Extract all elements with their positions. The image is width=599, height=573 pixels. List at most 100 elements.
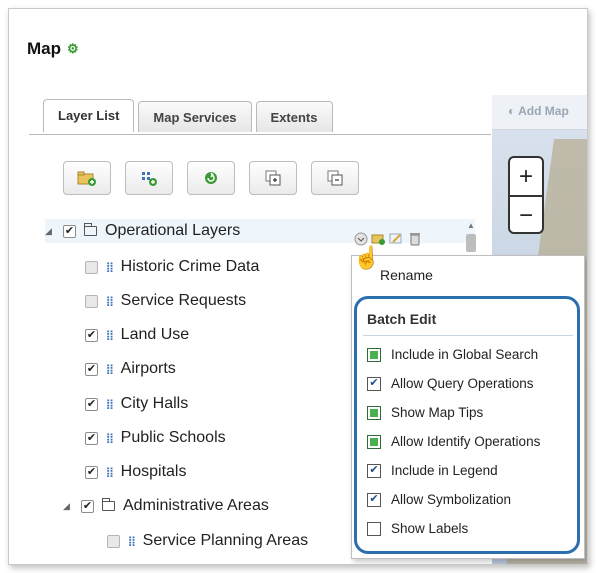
add-folder-icon — [77, 171, 96, 186]
menu-dropdown-icon[interactable] — [353, 231, 368, 246]
batch-option[interactable]: ✔ Include in Legend — [367, 463, 498, 478]
layer-icon: ⁞⁞ — [106, 361, 114, 377]
layer-row[interactable]: ✔ ⁞⁞ Airports — [85, 357, 176, 381]
folder-icon — [84, 223, 97, 236]
layer-label: Land Use — [120, 326, 190, 343]
layer-row[interactable]: ✔ ⁞⁞ Hospitals — [85, 460, 186, 484]
tab-extents[interactable]: Extents — [255, 101, 333, 132]
option-checkbox[interactable] — [367, 405, 381, 420]
subgroup-label: Administrative Areas — [123, 497, 269, 514]
option-checkbox[interactable] — [367, 434, 381, 449]
layer-row[interactable]: ✔ ⁞⁞ City Halls — [85, 392, 188, 416]
add-layer-button[interactable] — [125, 161, 173, 195]
layer-checkbox[interactable]: ✔ — [85, 431, 98, 445]
delete-icon[interactable] — [407, 231, 422, 246]
folder-icon — [102, 498, 115, 511]
add-folder-small-icon[interactable] — [371, 231, 386, 246]
tab-divider — [29, 134, 491, 135]
layer-checkbox[interactable]: ✔ — [85, 465, 98, 479]
batch-option[interactable]: Show Map Tips — [367, 405, 483, 420]
layer-row[interactable]: ✔ ⁞⁞ Public Schools — [85, 426, 226, 450]
group-checkbox[interactable]: ✔ — [63, 224, 76, 238]
layer-icon: ⁞⁞ — [106, 293, 114, 309]
option-checkbox[interactable]: ✔ — [367, 463, 381, 478]
page-title: Map ⚙ — [27, 39, 79, 59]
page-title-text: Map — [27, 39, 61, 58]
add-map-button[interactable]: ◐ Add Map — [508, 104, 569, 118]
divider — [363, 335, 573, 336]
scroll-up-icon[interactable]: ▲ — [465, 221, 477, 230]
option-label: Show Labels — [391, 521, 469, 536]
option-label: Allow Symbolization — [391, 492, 512, 507]
collapse-all-button[interactable] — [311, 161, 359, 195]
collapse-triangle-icon[interactable]: ◢ — [45, 226, 55, 237]
layer-icon: ⁞⁞ — [106, 259, 114, 275]
add-map-label: Add Map — [518, 104, 569, 118]
tab-map-services[interactable]: Map Services — [138, 101, 252, 132]
batch-option[interactable]: Include in Global Search — [367, 347, 538, 362]
layer-checkbox[interactable] — [85, 260, 98, 274]
collapse-triangle-icon[interactable]: ◢ — [63, 501, 73, 512]
subgroup-checkbox[interactable]: ✔ — [81, 499, 94, 513]
scroll-thumb[interactable] — [466, 234, 476, 252]
edit-icon[interactable] — [389, 231, 404, 246]
layer-row[interactable]: ⁞⁞ Service Planning Areas — [107, 529, 308, 553]
settings-icon[interactable]: ⚙ — [67, 41, 79, 57]
option-label: Allow Query Operations — [391, 376, 534, 391]
layer-label: Airports — [120, 360, 176, 377]
group-label: Operational Layers — [105, 222, 241, 239]
layer-row[interactable]: ✔ ⁞⁞ Land Use — [85, 323, 189, 347]
expand-all-button[interactable] — [249, 161, 297, 195]
tab-bar: Layer List Map Services Extents — [43, 99, 333, 132]
option-checkbox[interactable] — [367, 521, 381, 536]
option-label: Include in Legend — [391, 463, 498, 478]
layer-checkbox[interactable]: ✔ — [85, 397, 98, 411]
zoom-in-button[interactable]: + — [510, 158, 542, 197]
layer-checkbox[interactable]: ✔ — [85, 362, 98, 376]
layer-checkbox[interactable] — [85, 294, 98, 308]
layer-toolbar — [63, 161, 359, 195]
layer-icon: ⁞⁞ — [128, 533, 136, 549]
layer-checkbox[interactable] — [107, 534, 120, 548]
zoom-control: + − — [508, 156, 544, 234]
zoom-out-button[interactable]: − — [510, 197, 542, 234]
layer-row[interactable]: ⁞⁞ Historic Crime Data — [85, 255, 259, 279]
batch-option[interactable]: ✔ Allow Symbolization — [367, 492, 511, 507]
tab-layer-list[interactable]: Layer List — [43, 99, 135, 132]
refresh-button[interactable] — [187, 161, 235, 195]
map-toolbar: ◐ Add Map — [492, 95, 587, 130]
hand-cursor-icon: ☝ — [353, 245, 381, 270]
layer-label: Service Planning Areas — [142, 532, 309, 549]
option-checkbox[interactable]: ✔ — [367, 376, 381, 391]
batch-option[interactable]: ✔ Allow Query Operations — [367, 376, 534, 391]
rename-menu-item[interactable]: Rename — [380, 267, 433, 283]
option-checkbox[interactable] — [367, 347, 381, 362]
layer-checkbox[interactable]: ✔ — [85, 328, 98, 342]
option-checkbox[interactable]: ✔ — [367, 492, 381, 507]
option-label: Allow Identify Operations — [391, 434, 541, 449]
collapse-all-icon — [327, 170, 343, 186]
layer-label: Service Requests — [120, 292, 247, 309]
batch-edit-title: Batch Edit — [367, 311, 437, 327]
tree-subgroup[interactable]: ◢ ✔ Administrative Areas — [63, 494, 269, 518]
layer-label: Historic Crime Data — [120, 258, 260, 275]
context-menu: Rename Batch Edit Include in Global Sear… — [351, 255, 585, 559]
batch-option[interactable]: Allow Identify Operations — [367, 434, 540, 449]
layer-row[interactable]: ⁞⁞ Service Requests — [85, 289, 246, 313]
layer-icon: ⁞⁞ — [106, 464, 114, 480]
expand-all-icon — [265, 170, 281, 186]
add-folder-button[interactable] — [63, 161, 111, 195]
layer-icon: ⁞⁞ — [106, 396, 114, 412]
map-config-window: Map ⚙ ◐ Add Map + − Layer List Map Servi… — [8, 8, 588, 565]
layer-label: Hospitals — [120, 463, 187, 480]
layer-label: City Halls — [120, 395, 189, 412]
group-row-actions — [353, 231, 422, 246]
option-label: Include in Global Search — [391, 347, 539, 362]
batch-option[interactable]: Show Labels — [367, 521, 468, 536]
option-label: Show Map Tips — [391, 405, 484, 420]
layer-icon: ⁞⁞ — [106, 327, 114, 343]
refresh-icon — [205, 172, 217, 184]
batch-edit-panel: Batch Edit Include in Global Search ✔ Al… — [354, 296, 580, 554]
layer-label: Public Schools — [120, 429, 226, 446]
add-layer-icon — [142, 172, 157, 186]
